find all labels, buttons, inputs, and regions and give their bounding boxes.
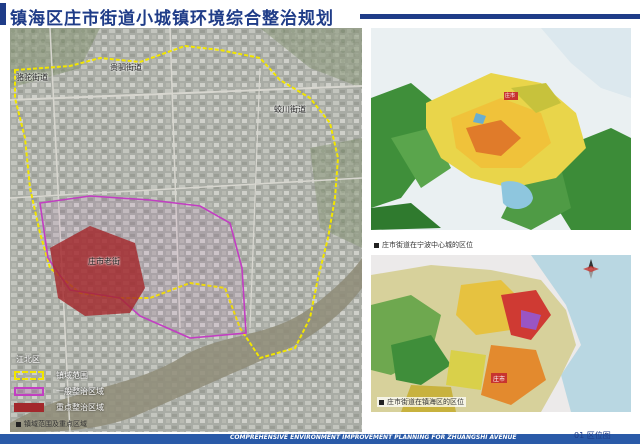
label-luotuo: 骆驼街道 [16,73,48,82]
caption-bullet-icon [374,242,379,248]
label-guisi: 贵驷街道 [110,63,142,72]
page-title: 镇海区庄市街道小城镇环境综合整治规划 [10,9,334,29]
legend-item-key-area: 重点整治区域 [14,401,154,413]
legend-swatch-purple [14,387,44,396]
label-old-street: 庄市老街 [88,257,120,266]
legend-swatch-yellow [14,371,44,380]
ningbo-location-map[interactable]: 庄市 [371,28,631,230]
header-accent [0,3,6,25]
header-rule [360,14,640,19]
page-label: 01 区位图 [574,431,611,440]
legend-item-town-boundary: 镇域范围 [14,369,154,381]
label-jiangbei: 江北区 [16,355,40,364]
footer-text: COMPREHENSIVE ENVIRONMENT IMPROVEMENT PL… [230,434,517,441]
label-jiaochuan: 蛟川街道 [274,105,306,114]
caption-bullet-icon [379,399,384,405]
bottom-map-caption: 庄市街道在镇海区的区位 [377,397,466,407]
map-legend: 江北区 镇域范围 一般整治区域 重点整治区域 [14,354,154,420]
ningbo-map-canvas [371,28,631,230]
top-map-marker-label: 庄市 [505,93,516,99]
main-map-caption: 镇域范围及重点区域 [16,419,87,429]
compass-icon [583,259,599,279]
legend-swatch-red [14,403,44,412]
top-map-caption: 庄市街道在宁波中心城的区位 [374,240,473,250]
legend-item-general-area: 一般整治区域 [14,385,154,397]
caption-bullet-icon [16,421,21,427]
bottom-map-marker-label: 庄市 [493,376,506,383]
page-header: 镇海区庄市街道小城镇环境综合整治规划 [0,0,640,29]
page-footer: COMPREHENSIVE ENVIRONMENT IMPROVEMENT PL… [0,434,640,444]
